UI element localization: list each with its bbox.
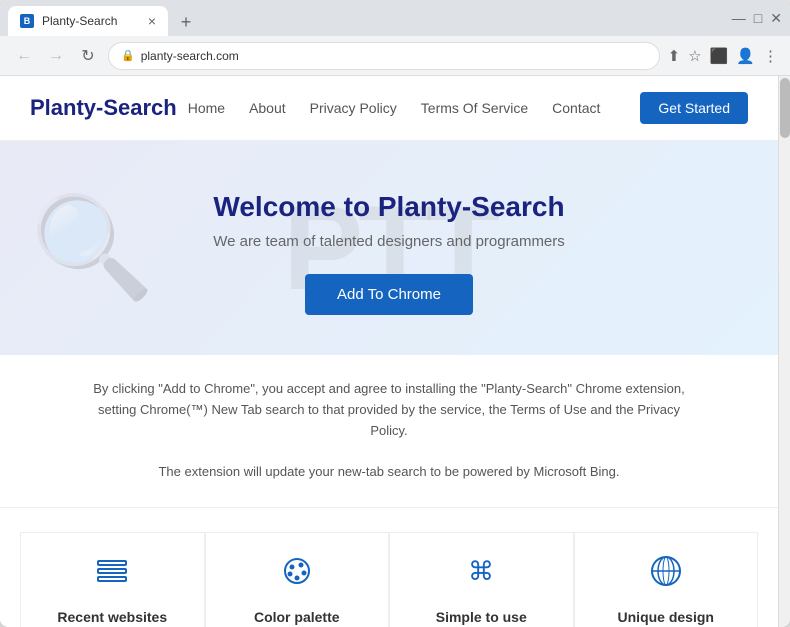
bookmark-icon[interactable]: ☆: [688, 47, 701, 65]
nav-home[interactable]: Home: [188, 100, 225, 116]
back-button[interactable]: ←: [12, 47, 36, 65]
menu-icon[interactable]: ⋮: [763, 47, 778, 65]
scrollbar-thumb[interactable]: [780, 78, 790, 138]
forward-button[interactable]: →: [44, 47, 68, 65]
feature-title-unique: Unique design: [618, 609, 714, 625]
page-scroll-area: Planty-Search Home About Privacy Policy …: [0, 76, 778, 627]
site-nav: Planty-Search Home About Privacy Policy …: [0, 76, 778, 141]
toolbar-icons: ⬆ ☆ ⬛ 👤 ⋮: [668, 47, 778, 65]
disclaimer-text-2: The extension will update your new-tab s…: [80, 462, 698, 483]
get-started-button[interactable]: Get Started: [640, 92, 748, 124]
nav-about[interactable]: About: [249, 100, 286, 116]
feature-simple-to-use: ⌘ Simple to use: [389, 532, 574, 627]
color-palette-icon: [279, 553, 315, 597]
hero-section: PTT 🔍 Welcome to Planty-Search We are te…: [0, 141, 778, 355]
unique-design-icon: [648, 553, 684, 597]
nav-terms[interactable]: Terms Of Service: [421, 100, 528, 116]
features-section: Recent websites Color palette: [0, 508, 778, 627]
lock-icon: 🔒: [121, 49, 135, 62]
feature-color-palette: Color palette: [205, 532, 390, 627]
browser-window: B Planty-Search × + — □ ✕ ← → ↻ 🔒 planty…: [0, 0, 790, 627]
hero-subtitle: We are team of talented designers and pr…: [30, 233, 748, 250]
nav-privacy[interactable]: Privacy Policy: [310, 100, 397, 116]
disclaimer-text-1: By clicking "Add to Chrome", you accept …: [80, 379, 698, 441]
close-button[interactable]: ✕: [770, 10, 782, 27]
refresh-button[interactable]: ↻: [76, 46, 100, 66]
feature-recent-websites: Recent websites: [20, 532, 205, 627]
feature-title-simple: Simple to use: [436, 609, 527, 625]
address-input[interactable]: 🔒 planty-search.com: [108, 42, 660, 70]
recent-websites-icon: [94, 553, 130, 597]
hero-title: Welcome to Planty-Search: [30, 191, 748, 223]
disclaimer-section: By clicking "Add to Chrome", you accept …: [0, 355, 778, 508]
share-icon[interactable]: ⬆: [668, 47, 681, 65]
window-controls: — □ ✕: [732, 10, 782, 27]
feature-title-recent: Recent websites: [57, 609, 167, 625]
tab-area: B Planty-Search × +: [8, 0, 724, 36]
extensions-icon[interactable]: ⬛: [710, 47, 729, 65]
new-tab-button[interactable]: +: [172, 8, 200, 36]
feature-unique-design: Unique design: [574, 532, 759, 627]
add-to-chrome-button[interactable]: Add To Chrome: [305, 274, 473, 315]
title-bar: B Planty-Search × + — □ ✕: [0, 0, 790, 36]
scrollbar-track[interactable]: [778, 76, 790, 627]
nav-links: Home About Privacy Policy Terms Of Servi…: [188, 92, 748, 124]
site-logo: Planty-Search: [30, 95, 177, 121]
maximize-button[interactable]: □: [754, 10, 762, 26]
profile-icon[interactable]: 👤: [736, 47, 755, 65]
feature-title-color: Color palette: [254, 609, 340, 625]
page-area: Planty-Search Home About Privacy Policy …: [0, 76, 790, 627]
nav-contact[interactable]: Contact: [552, 100, 600, 116]
simple-to-use-icon: ⌘: [463, 553, 499, 597]
address-text: planty-search.com: [141, 49, 647, 63]
tab-close-button[interactable]: ×: [148, 13, 156, 29]
browser-tab[interactable]: B Planty-Search ×: [8, 6, 168, 36]
svg-text:⌘: ⌘: [468, 556, 494, 586]
tab-title: Planty-Search: [42, 14, 117, 28]
address-bar: ← → ↻ 🔒 planty-search.com ⬆ ☆ ⬛ 👤 ⋮: [0, 36, 790, 76]
minimize-button[interactable]: —: [732, 10, 746, 26]
tab-favicon: B: [20, 14, 34, 28]
